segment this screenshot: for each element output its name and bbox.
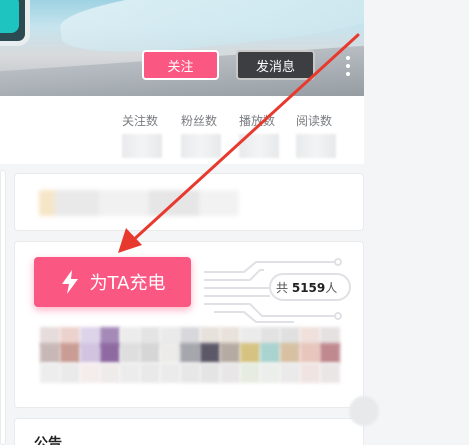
- charge-total: 共 5159人: [276, 279, 337, 296]
- stat-value-blurred: [122, 134, 162, 158]
- stat-value-blurred: [239, 134, 279, 158]
- total-count: 5159: [291, 281, 326, 295]
- stat-value-blurred: [296, 134, 336, 158]
- supporter-avatar[interactable]: [260, 343, 280, 363]
- supporter-avatar[interactable]: [120, 363, 140, 383]
- supporter-avatar[interactable]: [40, 363, 60, 383]
- supporter-avatar[interactable]: [180, 343, 200, 363]
- stat-plays: 播放数: [239, 112, 279, 158]
- supporter-avatar[interactable]: [320, 363, 340, 383]
- stat-fans[interactable]: 粉丝数: [181, 112, 221, 158]
- stat-label: 粉丝数: [181, 114, 218, 128]
- info-panel: [14, 173, 364, 231]
- supporter-avatar[interactable]: [80, 343, 100, 363]
- supporter-avatar[interactable]: [200, 343, 220, 363]
- total-suffix: 人: [325, 281, 338, 295]
- supporter-avatar[interactable]: [280, 343, 300, 363]
- supporter-avatar[interactable]: [200, 363, 220, 383]
- supporter-avatar[interactable]: [80, 363, 100, 383]
- notice-panel: [14, 418, 364, 445]
- stat-value-blurred: [181, 134, 221, 158]
- blurred-info: [39, 190, 239, 216]
- supporter-avatar[interactable]: [220, 363, 240, 383]
- profile-banner: [0, 0, 364, 96]
- supporter-avatar[interactable]: [220, 343, 240, 363]
- charge-button-label: 为TA充电: [89, 273, 166, 294]
- supporter-avatar[interactable]: [100, 363, 120, 383]
- supporter-avatar[interactable]: [300, 343, 320, 363]
- follow-button[interactable]: 关注: [142, 50, 219, 80]
- supporter-avatar[interactable]: [100, 343, 120, 363]
- total-prefix: 共: [276, 281, 289, 295]
- supporter-avatar[interactable]: [280, 363, 300, 383]
- supporter-avatar[interactable]: [60, 343, 80, 363]
- charge-button[interactable]: 为TA充电: [34, 257, 191, 307]
- stat-label: 播放数: [239, 114, 276, 128]
- stats-bar: 关注数 粉丝数 播放数 阅读数: [0, 96, 364, 164]
- supporter-avatar[interactable]: [320, 343, 340, 363]
- supporter-avatar[interactable]: [240, 363, 260, 383]
- supporter-avatar[interactable]: [240, 343, 260, 363]
- supporter-avatar[interactable]: [180, 363, 200, 383]
- avatar[interactable]: [0, 0, 30, 46]
- stat-following[interactable]: 关注数: [122, 112, 162, 158]
- supporter-avatar[interactable]: [160, 363, 180, 383]
- more-vertical-icon[interactable]: [342, 54, 354, 78]
- stat-label: 关注数: [122, 114, 159, 128]
- send-message-button[interactable]: 发消息: [236, 50, 315, 80]
- supporter-avatar[interactable]: [140, 343, 160, 363]
- supporter-avatar[interactable]: [120, 343, 140, 363]
- notice-title: 公告: [34, 436, 62, 445]
- lightning-icon: [61, 270, 78, 294]
- supporter-avatar[interactable]: [160, 343, 180, 363]
- supporter-avatar[interactable]: [260, 363, 280, 383]
- supporter-avatar[interactable]: [140, 363, 160, 383]
- supporter-avatar[interactable]: [300, 363, 320, 383]
- supporter-avatar[interactable]: [60, 363, 80, 383]
- back-to-top-button[interactable]: [349, 396, 379, 426]
- stat-label: 阅读数: [296, 114, 333, 128]
- stat-reads: 阅读数: [296, 112, 336, 158]
- supporter-avatar[interactable]: [40, 343, 60, 363]
- left-sidebar: [0, 170, 6, 445]
